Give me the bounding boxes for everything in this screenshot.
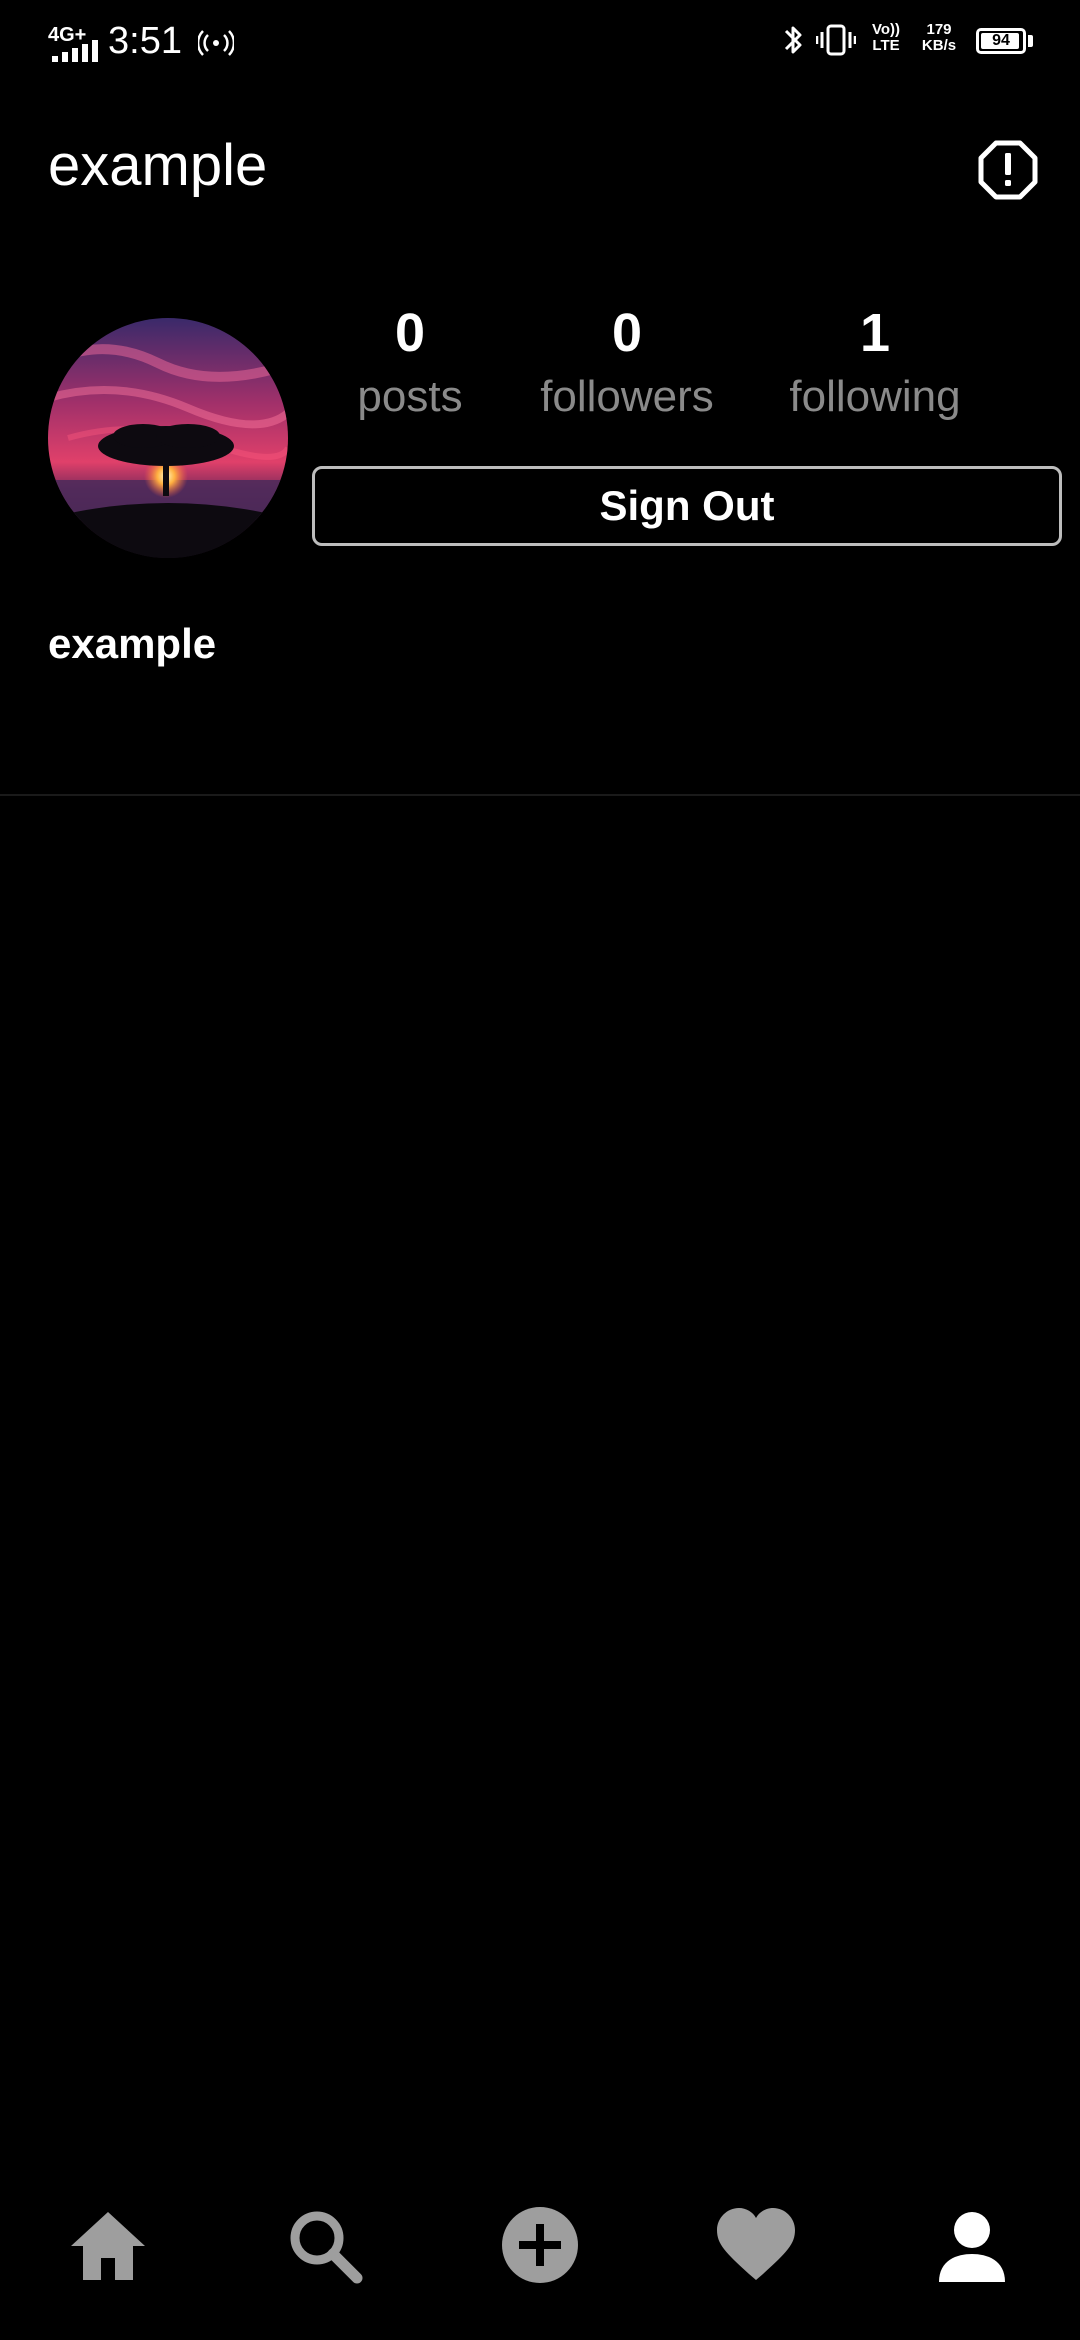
- bluetooth-icon: [784, 26, 802, 54]
- volte-line2: LTE: [872, 37, 900, 54]
- volte-indicator: Vo)) LTE: [866, 22, 906, 54]
- stat-following[interactable]: 1 following: [760, 298, 990, 426]
- divider: [0, 794, 1080, 796]
- posts-label: posts: [357, 372, 463, 421]
- following-count: 1: [859, 303, 891, 363]
- avatar[interactable]: [48, 318, 288, 558]
- profile-stats: 0 posts 0 followers 1 following: [320, 298, 1060, 428]
- bottom-navigation: [0, 2190, 1080, 2300]
- alert-octagon-icon[interactable]: [978, 140, 1038, 200]
- home-icon[interactable]: [63, 2200, 153, 2290]
- volte-line1: Vo)): [871, 21, 901, 38]
- stat-followers[interactable]: 0 followers: [512, 298, 742, 426]
- username: example: [48, 620, 217, 667]
- speed-value: 179: [926, 21, 952, 38]
- heart-icon[interactable]: [711, 2200, 801, 2290]
- avatar-image: [48, 318, 288, 558]
- posts-count: 0: [394, 303, 426, 363]
- status-right: Vo)) LTE 179 KB/s 94: [780, 18, 1080, 68]
- search-icon[interactable]: [279, 2200, 369, 2290]
- battery-level: 94: [992, 32, 1010, 49]
- status-bar: 4G+ 3:51 Vo)) LTE 179 KB/s 94: [0, 0, 1080, 84]
- stat-posts[interactable]: 0 posts: [320, 298, 500, 426]
- followers-label: followers: [540, 372, 714, 421]
- battery-nub: [1028, 35, 1033, 47]
- signal-icon: [52, 40, 98, 62]
- vibrate-icon: [816, 24, 856, 56]
- followers-count: 0: [611, 303, 643, 363]
- add-icon[interactable]: [495, 2200, 585, 2290]
- clock: 3:51: [108, 20, 182, 62]
- battery-icon: 94: [976, 28, 1026, 54]
- speed-unit: KB/s: [921, 37, 957, 54]
- sign-out-button[interactable]: Sign Out: [312, 466, 1062, 546]
- hotspot-icon: [198, 30, 234, 56]
- network-speed: 179 KB/s: [914, 22, 964, 54]
- following-label: following: [789, 372, 961, 421]
- page-title: example: [48, 133, 268, 198]
- profile-icon[interactable]: [927, 2200, 1017, 2290]
